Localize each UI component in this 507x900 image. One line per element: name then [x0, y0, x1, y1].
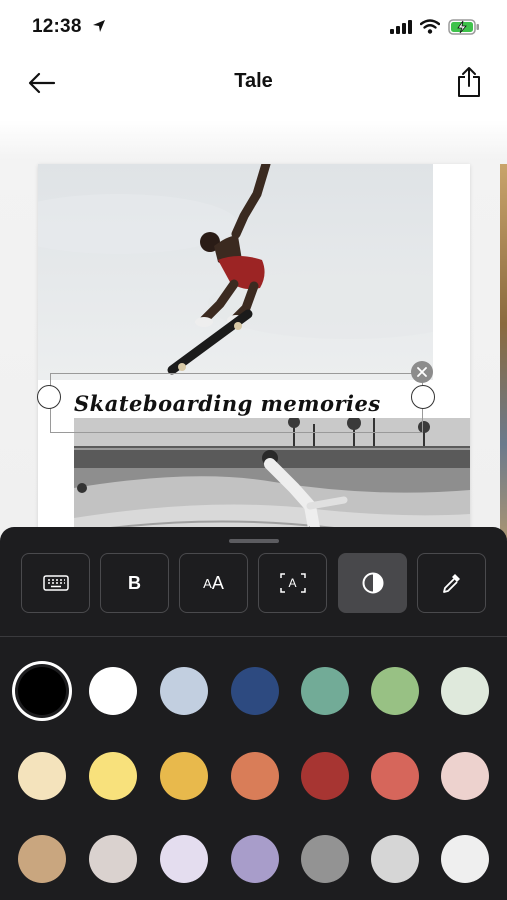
page-title: Tale	[234, 70, 273, 92]
editor-canvas: Skateboarding memories	[0, 120, 507, 540]
color-swatch[interactable]	[301, 835, 349, 883]
color-swatch[interactable]	[371, 752, 419, 800]
color-swatch[interactable]	[231, 667, 279, 715]
color-swatch[interactable]	[441, 835, 489, 883]
bold-button[interactable]: B	[100, 553, 169, 613]
cellular-signal-icon	[390, 20, 412, 39]
eyedropper-button[interactable]	[417, 553, 486, 613]
story-page[interactable]	[38, 164, 470, 540]
color-swatch[interactable]	[371, 667, 419, 715]
share-icon	[458, 67, 480, 97]
color-swatch[interactable]	[441, 667, 489, 715]
status-bar: 12:38	[0, 0, 507, 58]
color-swatch[interactable]	[160, 667, 208, 715]
next-page-preview[interactable]	[500, 164, 507, 540]
keyboard-button[interactable]	[21, 553, 90, 613]
panel-divider	[0, 636, 507, 637]
color-swatch[interactable]	[89, 835, 137, 883]
close-icon	[417, 367, 427, 377]
share-button[interactable]	[452, 64, 486, 100]
color-swatch[interactable]	[89, 667, 137, 715]
font-size-button[interactable]: AA	[179, 553, 248, 613]
text-background-button[interactable]: A	[258, 553, 327, 613]
bold-label: B	[128, 572, 141, 593]
skatepark-photo[interactable]	[74, 418, 470, 540]
resize-handle-left[interactable]	[37, 385, 61, 409]
color-swatch[interactable]	[231, 835, 279, 883]
color-swatch[interactable]	[301, 752, 349, 800]
font-size-small-label: A	[203, 575, 212, 591]
eyedropper-icon	[442, 574, 460, 593]
color-button[interactable]	[338, 553, 407, 613]
resize-handle-right[interactable]	[411, 385, 435, 409]
text-background-label: A	[288, 576, 297, 590]
color-swatch[interactable]	[18, 835, 66, 883]
color-swatch[interactable]	[18, 752, 66, 800]
battery-charging-icon	[448, 19, 480, 40]
status-time: 12:38	[32, 16, 82, 37]
keyboard-icon	[42, 575, 69, 591]
panel-grabber[interactable]	[229, 539, 279, 543]
color-swatch[interactable]	[160, 752, 208, 800]
caption-text[interactable]: Skateboarding memories	[74, 391, 381, 416]
color-swatch[interactable]	[160, 835, 208, 883]
contrast-icon	[362, 572, 383, 594]
nav-bar: Tale	[0, 58, 507, 120]
color-swatch[interactable]	[441, 752, 489, 800]
color-swatch[interactable]	[231, 752, 279, 800]
color-swatch[interactable]	[89, 752, 137, 800]
font-size-large-label: A	[211, 572, 224, 593]
wifi-icon	[419, 19, 441, 39]
color-swatch[interactable]	[301, 667, 349, 715]
skater-photo[interactable]	[38, 164, 433, 380]
text-format-panel: B AA A	[0, 527, 507, 900]
color-swatch[interactable]	[18, 667, 66, 715]
color-swatch[interactable]	[371, 835, 419, 883]
delete-text-button[interactable]	[411, 361, 433, 383]
location-arrow-icon	[92, 19, 106, 38]
